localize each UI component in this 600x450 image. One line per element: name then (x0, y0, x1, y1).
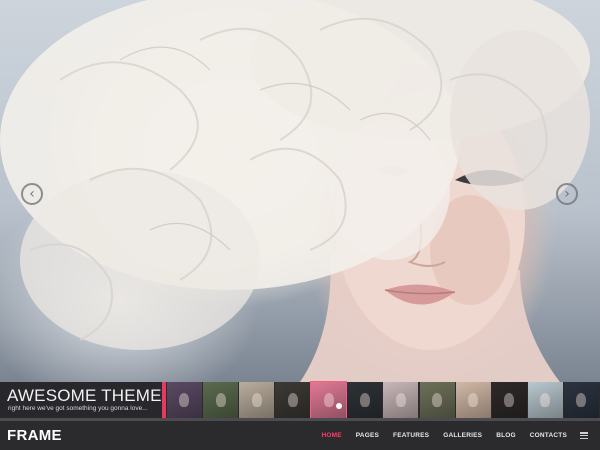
chevron-left-icon: ‹ (29, 186, 35, 202)
thumbnail[interactable] (203, 382, 239, 418)
thumbnail-figure (504, 393, 515, 407)
thumbnail-figure (179, 393, 190, 407)
thumbnail-figure (576, 393, 587, 407)
nav-item-pages[interactable]: PAGES (356, 432, 379, 439)
thumbnail-figure (432, 393, 443, 407)
nav-item-home[interactable]: HOME (321, 432, 341, 439)
slider-strip: AWESOME THEME right here we've got somet… (0, 381, 600, 419)
cursor-dot-icon (336, 403, 343, 409)
nav-item-contacts[interactable]: CONTACTS (530, 432, 567, 439)
thumbnail-active[interactable] (310, 381, 348, 419)
slider-prev-button[interactable]: ‹ (21, 183, 43, 205)
thumbnail-list (167, 381, 600, 419)
thumbnail-figure (251, 393, 262, 407)
thumbnail[interactable] (491, 382, 527, 418)
chevron-right-icon: › (564, 186, 570, 202)
thumbnail-figure (468, 393, 479, 407)
site-logo[interactable]: FRAME (7, 427, 62, 444)
accent-bar (162, 382, 166, 418)
thumbnail[interactable] (455, 382, 491, 418)
caption-subtitle: right here we've got something you gonna… (8, 405, 148, 412)
caption-title: AWESOME THEME (7, 386, 162, 405)
nav-item-galleries[interactable]: GALLERIES (443, 432, 482, 439)
thumbnail[interactable] (383, 382, 419, 418)
thumbnail[interactable] (419, 382, 455, 418)
hero-image (0, 0, 590, 382)
thumbnail-figure (540, 393, 551, 407)
thumbnail[interactable] (527, 382, 563, 418)
thumbnail-figure (215, 393, 226, 407)
nav-item-features[interactable]: FEATURES (393, 432, 429, 439)
thumbnail-figure (395, 393, 406, 407)
thumbnail-figure (323, 393, 334, 407)
main-menu: HOME PAGES FEATURES GALLERIES BLOG CONTA… (307, 432, 567, 439)
thumbnail[interactable] (347, 382, 383, 418)
slide-caption: AWESOME THEME right here we've got somet… (0, 382, 162, 418)
navbar: FRAME HOME PAGES FEATURES GALLERIES BLOG… (0, 418, 600, 450)
nav-item-blog[interactable]: BLOG (496, 432, 516, 439)
thumbnail[interactable] (563, 382, 599, 418)
thumbnail[interactable] (275, 382, 311, 418)
thumbnail-figure (287, 393, 298, 407)
thumbnail-figure (359, 393, 370, 407)
thumbnail[interactable] (167, 382, 202, 418)
hamburger-icon[interactable] (580, 432, 588, 440)
slider-next-button[interactable]: › (556, 183, 578, 205)
thumbnail[interactable] (239, 382, 275, 418)
hero-slider: ‹ › (0, 0, 600, 382)
